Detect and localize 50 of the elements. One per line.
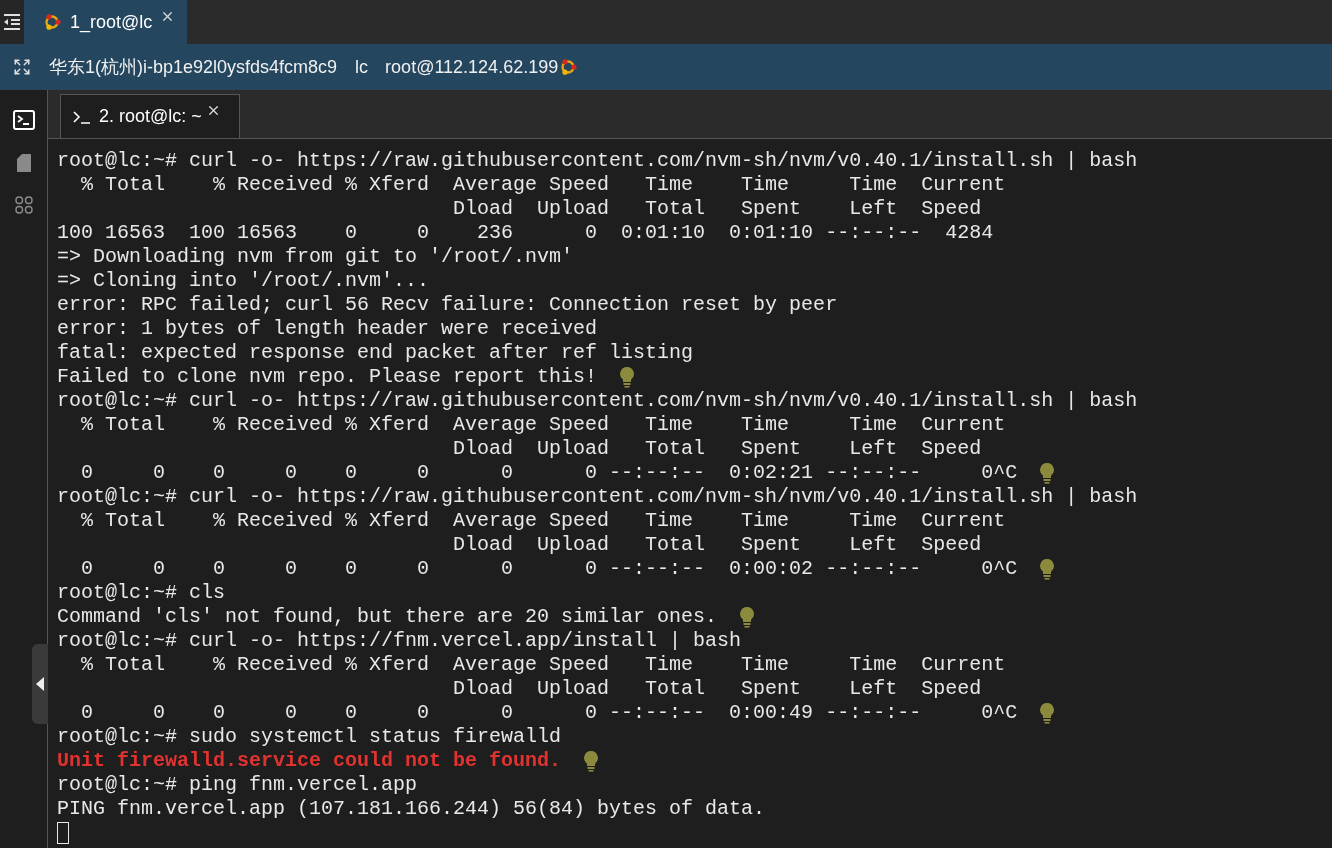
terminal-line: 0 0 0 0 0 0 0 0 --:--:-- 0:00:49 --:--:-- 0^C [80,701,1018,725]
file-icon[interactable] [16,154,31,172]
menu-toggle-icon[interactable] [0,0,24,44]
tab-label: 1_root@lc [70,10,153,35]
terminal-line: => Cloning into '/root/.nvm'... [57,269,430,293]
prompt-icon [73,109,91,124]
ubuntu-logo-icon [42,12,62,32]
terminal-line: Unit firewalld.service could not be found. [57,749,562,773]
terminal-line: root@lc:~# curl -o- https://raw.githubusercontent.com/nvm-sh/nvm/v0.40.1/install.sh | bash [57,389,1138,413]
terminal-line: root@lc:~# curl -o- https://raw.githubusercontent.com/nvm-sh/nvm/v0.40.1/install.sh | bash [57,485,1138,509]
terminal-line: Dload Upload Total Spent Left Speed [452,533,982,557]
terminal-line: % Total % Received % Xferd Average Speed Time Time Time Current [80,653,1006,677]
terminal-line: root@lc:~# cls [57,581,226,605]
host-name: lc [355,55,369,79]
terminal-line: % Total % Received % Xferd Average Speed Time Time Time Current [80,173,1006,197]
terminal-line: 0 0 0 0 0 0 0 0 --:--:-- 0:00:02 --:--:-- 0^C [80,557,1018,581]
lightbulb-icon[interactable] [583,750,600,772]
terminal-line: % Total % Received % Xferd Average Speed Time Time Time Current [80,413,1006,437]
terminal-line: % Total % Received % Xferd Average Speed Time Time Time Current [80,509,1006,533]
terminal-line: root@lc:~# ping fnm.vercel.app [57,773,418,797]
terminal-line: Command 'cls' not found, but there are 20 similar ones. [57,605,718,629]
session-tab[interactable]: 2. root@lc: ~ [60,94,240,138]
lightbulb-icon[interactable] [1039,702,1056,724]
lightbulb-icon[interactable] [739,606,756,628]
terminal-line: root@lc:~# curl -o- https://raw.githubusercontent.com/nvm-sh/nvm/v0.40.1/install.sh | bash [57,149,1138,173]
terminal-line: error: 1 bytes of length header were received [57,317,598,341]
terminal-line: Dload Upload Total Spent Left Speed [452,677,982,701]
ubuntu-logo-icon [558,57,579,77]
lightbulb-icon[interactable] [1039,462,1056,484]
tab-label: 2. root@lc: ~ [99,105,202,128]
lightbulb-icon[interactable] [1039,558,1056,580]
terminal-line: 100 16563 100 16563 0 0 236 0 0:01:10 0:01:10 --:--:-- 4284 [57,221,994,245]
terminal-line: root@lc:~# sudo systemctl status firewalld [57,725,562,749]
host-address: root@112.124.62.199 [385,55,559,79]
terminal-icon[interactable] [12,110,35,130]
terminal-line: 0 0 0 0 0 0 0 0 --:--:-- 0:02:21 --:--:-- 0^C [80,461,1018,485]
terminal-line: => Downloading nvm from git to '/root/.nvm' [57,245,574,269]
lightbulb-icon[interactable] [619,366,636,388]
terminal-line: PING fnm.vercel.app (107.181.166.244) 56(84) bytes of data. [57,797,766,821]
terminal-line: root@lc:~# curl -o- https://fnm.vercel.app/install | bash [57,629,742,653]
region-instance: 华东1(杭州)i-bp1e92l0ysfds4fcm8c9 [49,55,338,79]
terminal-line: Dload Upload Total Spent Left Speed [452,197,982,221]
terminal-line: Failed to clone nvm repo. Please report this! [57,365,598,389]
grid-icon[interactable] [14,196,33,214]
expand-icon[interactable] [13,58,31,76]
collapse-handle[interactable] [32,644,48,724]
terminal-line: error: RPC failed; curl 56 Recv failure: Connection reset by peer [57,293,838,317]
terminal-line: Dload Upload Total Spent Left Speed [452,437,982,461]
connection-tab[interactable]: 1_root@lc [24,0,188,44]
terminal-line: fatal: expected response end packet after ref listing [57,341,694,365]
